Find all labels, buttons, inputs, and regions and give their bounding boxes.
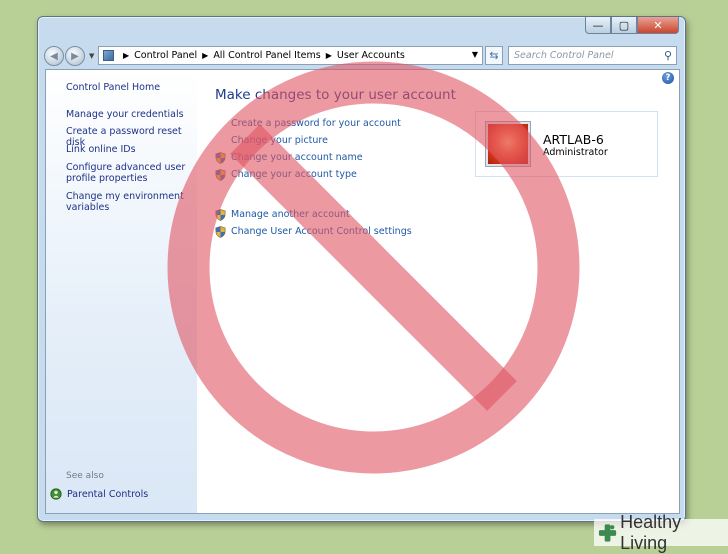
sidebar-item-parental-controls[interactable]: Parental Controls <box>50 488 148 500</box>
account-card: ARTLAB-6 Administrator <box>475 111 658 177</box>
uac-shield-icon <box>215 226 226 238</box>
breadcrumb-separator-icon[interactable]: ▶ <box>123 51 129 60</box>
change-account-name-link[interactable]: Change your account name <box>231 152 363 164</box>
sidebar-item-online-ids[interactable]: Link online IDs <box>66 144 191 155</box>
uac-shield-icon <box>215 209 226 221</box>
back-button[interactable]: ◀ <box>44 46 64 66</box>
breadcrumb-all-items[interactable]: All Control Panel Items <box>213 50 320 61</box>
create-password-link[interactable]: Create a password for your account <box>231 118 401 130</box>
refresh-button[interactable]: ⇆ <box>485 46 503 65</box>
sidebar-item-profile-properties[interactable]: Configure advanced user profile properti… <box>66 162 191 184</box>
account-role: Administrator <box>543 147 608 158</box>
close-button[interactable]: ✕ <box>637 17 679 34</box>
uac-shield-icon <box>215 152 226 164</box>
account-name: ARTLAB-6 <box>543 132 604 147</box>
control-panel-icon <box>103 50 114 61</box>
navigation-bar: ◀ ▶ ▼ ▶ Control Panel ▶ All Control Pane… <box>44 45 677 67</box>
breadcrumb-separator-icon[interactable]: ▶ <box>202 51 208 60</box>
maximize-button[interactable]: ▢ <box>611 17 637 34</box>
parental-controls-icon <box>50 488 62 500</box>
search-input[interactable]: Search Control Panel ⚲ <box>508 46 677 65</box>
content-pane: Control Panel Home Manage your credentia… <box>45 69 680 514</box>
see-also-heading: See also <box>66 471 104 481</box>
uac-shield-icon <box>215 169 226 181</box>
caption-buttons: — ▢ ✕ <box>585 17 679 34</box>
recent-pages-dropdown[interactable]: ▼ <box>89 52 94 60</box>
uac-settings-link[interactable]: Change User Account Control settings <box>231 226 412 238</box>
sidebar: Control Panel Home Manage your credentia… <box>46 70 197 513</box>
manage-another-account-link[interactable]: Manage another account <box>231 209 350 221</box>
change-picture-link[interactable]: Change your picture <box>231 135 328 147</box>
search-placeholder: Search Control Panel <box>514 50 614 61</box>
parental-controls-label: Parental Controls <box>67 488 149 500</box>
breadcrumb-separator-icon[interactable]: ▶ <box>326 51 332 60</box>
address-bar[interactable]: ▶ Control Panel ▶ All Control Panel Item… <box>98 46 483 65</box>
forward-button[interactable]: ▶ <box>65 46 85 66</box>
page-title: Make changes to your user account <box>215 87 456 103</box>
watermark: Healthy Living <box>594 512 728 553</box>
change-account-type-link[interactable]: Change your account type <box>231 169 357 181</box>
breadcrumb-user-accounts[interactable]: User Accounts <box>337 50 405 61</box>
sidebar-item-credentials[interactable]: Manage your credentials <box>66 109 191 120</box>
address-dropdown-icon[interactable]: ▼ <box>472 50 478 59</box>
avatar <box>486 122 530 166</box>
breadcrumb-control-panel[interactable]: Control Panel <box>134 50 197 61</box>
sidebar-item-home[interactable]: Control Panel Home <box>66 82 191 93</box>
help-icon[interactable]: ? <box>662 72 674 84</box>
brand-logo-icon <box>598 523 617 542</box>
brand-name: Healthy Living <box>620 511 682 553</box>
minimize-button[interactable]: — <box>585 17 611 34</box>
search-icon[interactable]: ⚲ <box>664 49 672 62</box>
sidebar-item-environment-variables[interactable]: Change my environment variables <box>66 191 191 213</box>
user-accounts-window: — ▢ ✕ ◀ ▶ ▼ ▶ Control Panel ▶ All Contro… <box>37 16 686 522</box>
